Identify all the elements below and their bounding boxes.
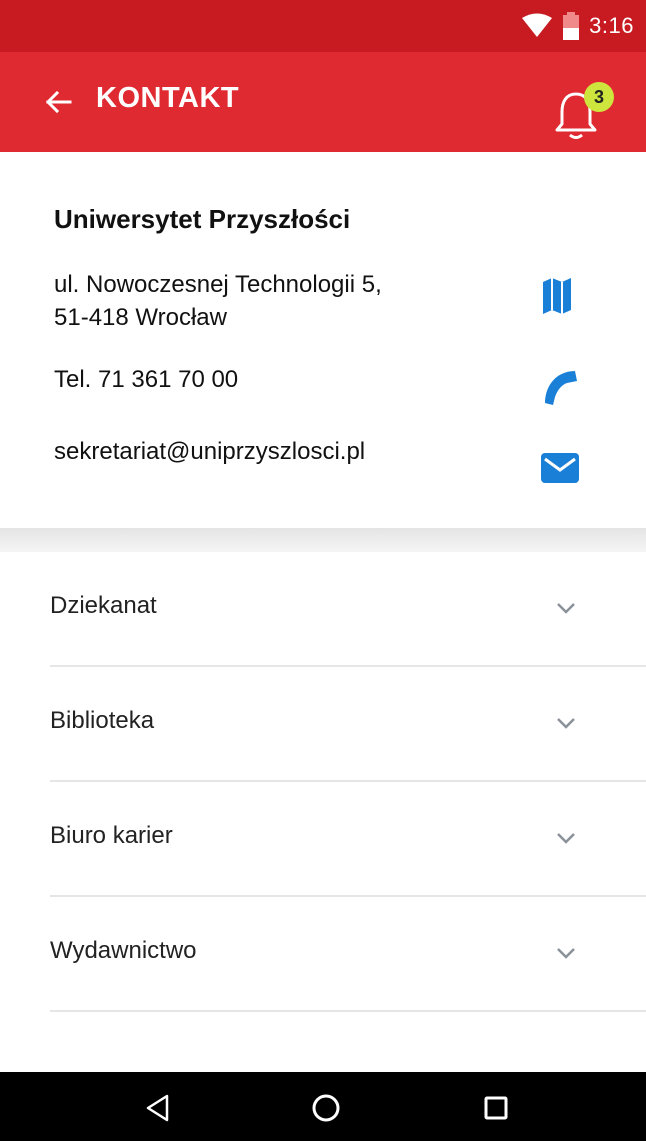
map-icon <box>543 278 571 314</box>
section-biuro-karier[interactable]: Biuro karier <box>50 782 646 897</box>
mail-icon <box>541 453 579 483</box>
page-title: KONTAKT <box>96 82 240 114</box>
address-line-1: ul. Nowoczesnej Technologii 5, <box>54 271 382 298</box>
map-button[interactable] <box>540 276 574 316</box>
nav-back-button[interactable] <box>138 1088 178 1128</box>
section-biblioteka[interactable]: Biblioteka <box>50 667 646 782</box>
wifi-icon <box>522 13 553 37</box>
chevron-down-icon <box>557 948 575 959</box>
sections-list: Dziekanat Biblioteka Biuro karier Wydawn… <box>0 552 646 1012</box>
nav-recents-button[interactable] <box>476 1088 516 1128</box>
recents-square-icon <box>484 1096 508 1120</box>
chevron-down-icon <box>557 833 575 844</box>
back-triangle-icon <box>146 1094 169 1122</box>
section-dziekanat[interactable]: Dziekanat <box>50 552 646 667</box>
section-label: Wydawnictwo <box>50 937 197 964</box>
battery-icon <box>563 12 580 40</box>
university-name: Uniwersytet Przyszłości <box>54 204 351 234</box>
call-button[interactable] <box>540 366 580 406</box>
home-circle-icon <box>312 1094 340 1122</box>
back-button[interactable] <box>42 86 74 118</box>
arrow-left-icon <box>45 90 72 114</box>
chevron-down-icon <box>557 603 575 614</box>
email-button[interactable] <box>540 448 580 488</box>
address: ul. Nowoczesnej Technologii 5, 51-418 Wr… <box>54 268 494 334</box>
chevron-down-icon <box>557 718 575 729</box>
status-time: 3:16 <box>589 13 634 38</box>
section-label: Dziekanat <box>50 592 157 619</box>
section-label: Biuro karier <box>50 822 173 849</box>
notifications-button[interactable]: 3 <box>554 82 620 140</box>
status-bar: 3:16 <box>0 0 646 52</box>
navigation-bar <box>0 1072 646 1141</box>
section-wydawnictwo[interactable]: Wydawnictwo <box>50 897 646 1012</box>
section-label: Biblioteka <box>50 707 155 734</box>
app-bar: KONTAKT 3 <box>0 52 646 152</box>
email-address: sekretariat@uniprzyszlosci.pl <box>54 438 366 465</box>
phone-number: Tel. 71 361 70 00 <box>54 366 239 393</box>
phone-icon <box>545 371 577 405</box>
contact-card: Uniwersytet Przyszłości ul. Nowoczesnej … <box>0 152 646 528</box>
address-line-2: 51-418 Wrocław <box>54 304 227 331</box>
notification-badge: 3 <box>584 82 614 112</box>
section-divider <box>0 528 646 552</box>
status-icons: 3:16 <box>521 0 634 52</box>
nav-home-button[interactable] <box>306 1088 346 1128</box>
